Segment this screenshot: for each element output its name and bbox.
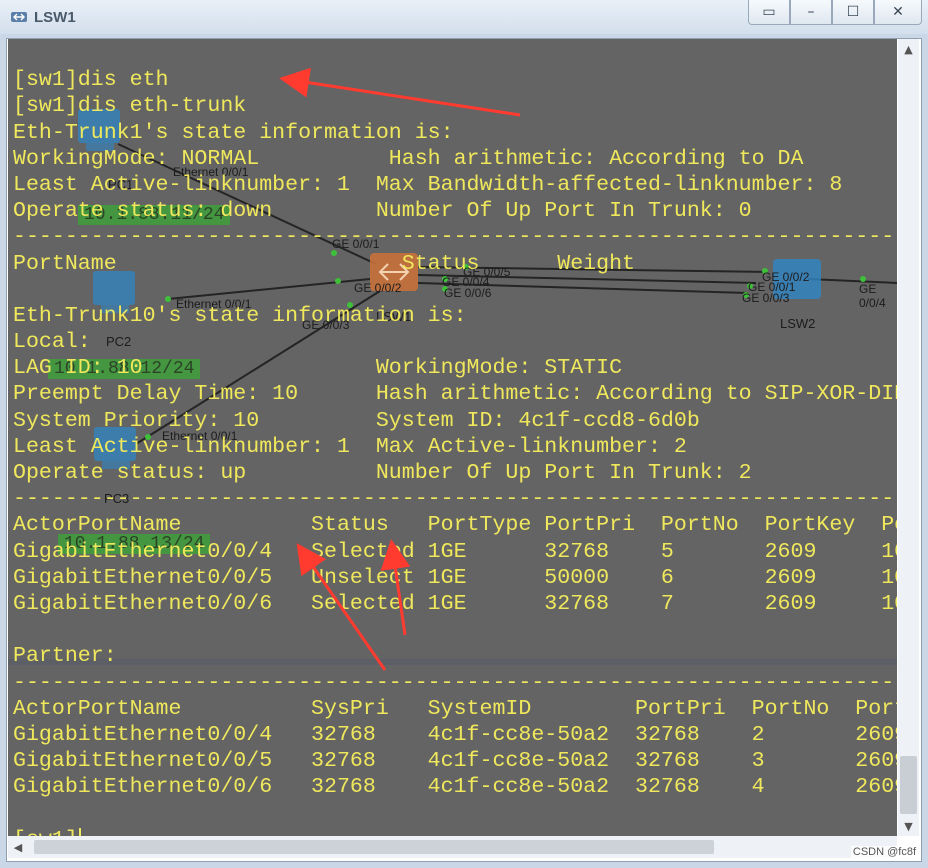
terminal-line: LAG ID: 10 WorkingMode: STATIC: [13, 356, 623, 381]
terminal-prompt-line[interactable]: [sw1]: [13, 827, 897, 836]
text-cursor: [78, 827, 81, 836]
switch-app-icon: [11, 12, 27, 22]
vertical-scrollbar[interactable]: ▲ ▼: [898, 39, 919, 836]
terminal-line: GigabitEthernet0/0/5 32768 4c1f-cc8e-50a…: [13, 749, 897, 774]
terminal-area[interactable]: 10.1.88.11/24 10.1.88.12/24 10.1.88.13/2…: [8, 39, 897, 836]
terminal-line: Least Active-linknumber: 1 Max Bandwidth…: [13, 172, 843, 197]
terminal-line: Partner:: [13, 644, 117, 669]
minimize-button[interactable]: –: [790, 0, 832, 25]
terminal-line: GigabitEthernet0/0/6 Selected 1GE 32768 …: [13, 591, 897, 616]
title-bar[interactable]: LSW1 ▭ – ☐ ✕: [0, 0, 928, 34]
scroll-up-icon[interactable]: ▲: [898, 39, 919, 59]
terminal-line: ----------------------------------------…: [13, 670, 897, 695]
window-controls: ▭ – ☐ ✕: [748, 0, 922, 25]
terminal-line: GigabitEthernet0/0/5 Unselect 1GE 50000 …: [13, 565, 897, 590]
terminal-line: Operate status: down Number Of Up Port I…: [13, 199, 752, 224]
horizontal-scroll-thumb[interactable]: [34, 840, 714, 854]
maximize-button[interactable]: ☐: [832, 0, 874, 25]
terminal-line: [sw1]dis eth: [13, 68, 169, 93]
scroll-left-icon[interactable]: ◀: [8, 836, 28, 858]
terminal-line: Operate status: up Number Of Up Port In …: [13, 461, 752, 486]
window-title: LSW1: [34, 9, 76, 26]
close-button[interactable]: ✕: [874, 0, 922, 25]
terminal-line: [sw1]dis eth-trunk: [13, 94, 247, 119]
terminal-line: ----------------------------------------…: [13, 487, 897, 512]
scroll-down-icon[interactable]: ▼: [898, 816, 919, 836]
terminal-line: Least Active-linknumber: 1 Max Active-li…: [13, 434, 687, 459]
terminal-line: ActorPortName SysPri SystemID PortPri Po…: [13, 696, 897, 721]
terminal-line: PortName Status Weight: [13, 251, 636, 276]
terminal-output: [sw1]dis eth [sw1]dis eth-trunk Eth-Trunk1…: [8, 39, 897, 836]
watermark: CSDN @fc8f: [850, 846, 918, 858]
terminal-line: Preempt Delay Time: 10 Hash arithmetic: …: [13, 382, 897, 407]
vertical-scroll-thumb[interactable]: [900, 756, 917, 814]
horizontal-scrollbar[interactable]: ◀: [8, 836, 897, 858]
terminal-line: Eth-Trunk10's state information is:: [13, 303, 467, 328]
terminal-line: GigabitEthernet0/0/6 32768 4c1f-cc8e-50a…: [13, 775, 897, 800]
terminal-line: WorkingMode: NORMAL Hash arithmetic: Acc…: [13, 146, 804, 171]
terminal-line: ----------------------------------------…: [13, 225, 897, 250]
terminal-line: GigabitEthernet0/0/4 32768 4c1f-cc8e-50a…: [13, 722, 897, 747]
terminal-prompt: [sw1]: [13, 828, 78, 836]
terminal-line: GigabitEthernet0/0/4 Selected 1GE 32768 …: [13, 539, 897, 564]
terminal-line: ActorPortName Status PortType PortPri Po…: [13, 513, 897, 538]
terminal-line: System Priority: 10 System ID: 4c1f-ccd8…: [13, 408, 700, 433]
terminal-line: Eth-Trunk1's state information is:: [13, 120, 454, 145]
restore-layout-button[interactable]: ▭: [748, 0, 790, 25]
lsw1-console-window: LSW1 ▭ – ☐ ✕ 10.1.88.11/24 10.1.88.12/24…: [0, 0, 928, 868]
terminal-line: Local:: [13, 330, 91, 355]
